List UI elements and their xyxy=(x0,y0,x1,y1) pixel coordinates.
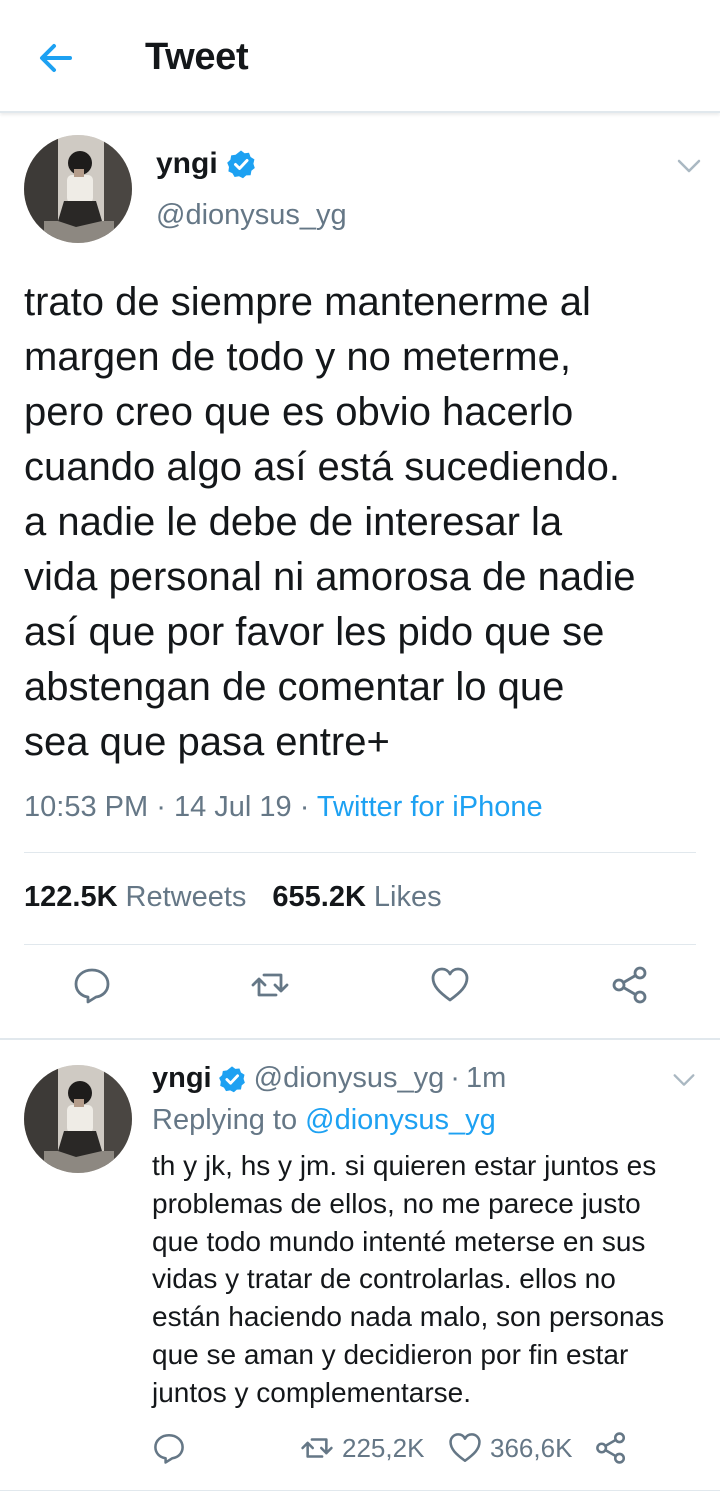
retweet-button[interactable] xyxy=(250,965,290,1005)
replying-to-line: Replying to @dionysus_yg xyxy=(152,1104,496,1137)
like-button[interactable] xyxy=(430,965,470,1005)
reply-reply-button[interactable] xyxy=(152,1428,186,1468)
tweet-time: 10:53 PM xyxy=(24,791,149,823)
main-tweet: yngi @dionysus_yg trato de siempre mante… xyxy=(0,113,720,1038)
meta-separator: · xyxy=(299,791,310,823)
divider xyxy=(24,944,696,945)
reply-age: 1m xyxy=(465,1062,507,1094)
likes-label: Likes xyxy=(373,881,442,913)
back-button[interactable] xyxy=(34,36,78,80)
retweets-label: Retweets xyxy=(125,881,247,913)
reply-retweet-button[interactable]: 225,2K xyxy=(300,1428,424,1468)
chevron-down-icon xyxy=(677,159,701,173)
share-icon xyxy=(596,1432,626,1464)
meta-separator: · xyxy=(156,791,166,823)
verified-badge-icon xyxy=(218,1065,245,1092)
reply-button[interactable] xyxy=(72,965,112,1005)
retweets-count: 122.5K xyxy=(24,881,118,913)
reply-like-button[interactable]: 366,6K xyxy=(448,1428,572,1468)
avatar-photo-icon xyxy=(24,1065,132,1173)
reply-menu-button[interactable] xyxy=(670,1066,698,1094)
arrow-left-icon xyxy=(40,44,72,72)
page-title: Tweet xyxy=(145,36,249,78)
author-name-row[interactable]: yngi xyxy=(156,147,256,181)
tweet-meta: 10:53 PM · 14 Jul 19 · Twitter for iPhon… xyxy=(24,791,543,824)
divider xyxy=(24,852,696,853)
reply-author-display-name[interactable]: yngi xyxy=(152,1062,212,1095)
avatar-photo-icon xyxy=(24,135,132,243)
retweet-icon xyxy=(251,973,289,997)
tweet-date: 14 Jul 19 xyxy=(173,791,292,823)
reply-share-button[interactable] xyxy=(594,1428,628,1468)
verified-badge-icon xyxy=(226,150,255,179)
replying-to-mention[interactable]: @dionysus_yg xyxy=(305,1104,496,1136)
divider xyxy=(0,1490,720,1491)
reply-like-count: 366,6K xyxy=(490,1432,573,1463)
top-app-bar: Tweet xyxy=(0,0,720,113)
share-icon xyxy=(612,966,647,1004)
author-handle[interactable]: @dionysus_yg xyxy=(156,199,347,232)
likes-stat[interactable]: 655.2K Likes xyxy=(272,881,441,914)
reply-action-bar: 225,2K 366,6K xyxy=(152,1428,712,1468)
reply-text: th y jk, hs y jm. si quieren estar junto… xyxy=(152,1150,665,1408)
engagement-stats: 122.5K Retweets 655.2K Likes xyxy=(24,881,468,914)
reply-icon xyxy=(154,1433,184,1464)
tweet-source-link[interactable]: Twitter for iPhone xyxy=(317,791,543,823)
heart-icon xyxy=(431,967,469,1002)
avatar[interactable] xyxy=(24,1065,132,1173)
avatar[interactable] xyxy=(24,135,132,243)
reply-author-row: yngi @dionysus_yg · 1m xyxy=(152,1062,506,1095)
reply-retweet-count: 225,2K xyxy=(342,1432,425,1463)
retweet-icon xyxy=(301,1438,333,1458)
likes-count: 655.2K xyxy=(272,881,366,913)
chevron-down-icon xyxy=(673,1074,695,1086)
share-button[interactable] xyxy=(610,965,650,1005)
tweet-action-bar xyxy=(0,965,720,1019)
reply-icon xyxy=(74,968,110,1004)
retweets-stat[interactable]: 122.5K Retweets xyxy=(24,881,246,914)
tweet-text: trato de siempre mantenerme al margen de… xyxy=(24,280,636,764)
meta-separator: · xyxy=(450,1062,460,1094)
replying-to-label: Replying to xyxy=(152,1104,298,1136)
tweet-menu-button[interactable] xyxy=(674,151,704,181)
reply-author-handle[interactable]: @dionysus_yg xyxy=(254,1062,445,1095)
heart-icon xyxy=(449,1433,481,1463)
author-display-name[interactable]: yngi xyxy=(156,147,218,181)
reply-tweet[interactable]: yngi @dionysus_yg · 1m Replying to @dion… xyxy=(0,1040,720,1494)
